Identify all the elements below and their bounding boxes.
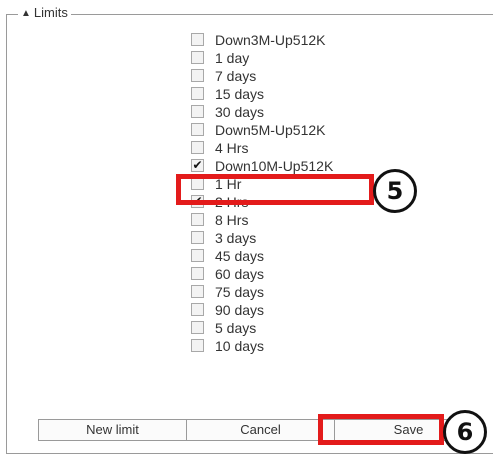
limit-checkbox[interactable] — [191, 69, 204, 82]
limit-checkbox[interactable] — [191, 123, 204, 136]
limit-checkbox[interactable] — [191, 87, 204, 100]
cancel-button[interactable]: Cancel — [187, 420, 335, 440]
limit-checkbox[interactable] — [191, 51, 204, 64]
step-badge-6: 6 — [443, 410, 487, 454]
highlight-box-down10m — [176, 174, 374, 205]
new-limit-button[interactable]: New limit — [39, 420, 187, 440]
limit-checkbox[interactable] — [191, 141, 204, 154]
limit-checkbox[interactable] — [191, 303, 204, 316]
limit-checkbox[interactable] — [191, 285, 204, 298]
limit-option-label: 5 days — [215, 320, 257, 336]
limit-checkbox[interactable] — [191, 105, 204, 118]
limit-option-label: 3 days — [215, 230, 257, 246]
highlight-box-save — [318, 414, 444, 445]
limit-checkbox[interactable]: ✔ — [191, 159, 204, 172]
checkmark-icon: ✔ — [192, 158, 203, 172]
limit-option-label: 7 days — [215, 68, 257, 84]
limit-option-label: Down10M-Up512K — [215, 158, 334, 174]
limit-checkbox[interactable] — [191, 231, 204, 244]
limit-checkbox[interactable] — [191, 321, 204, 334]
limit-option-label: 10 days — [215, 338, 265, 354]
limit-option-label: 4 Hrs — [215, 140, 249, 156]
limit-option-label: 8 Hrs — [215, 212, 249, 228]
limit-option-label: 45 days — [215, 248, 265, 264]
limit-checkbox[interactable] — [191, 267, 204, 280]
limit-option-label: 60 days — [215, 266, 265, 282]
triangle-up-icon: ▲ — [21, 8, 31, 19]
limits-section-toggle[interactable]: ▲ Limits — [18, 5, 71, 22]
limit-option-label: 75 days — [215, 284, 265, 300]
limit-checkbox[interactable] — [191, 33, 204, 46]
limit-option-label: Down5M-Up512K — [215, 122, 326, 138]
limit-checkbox[interactable] — [191, 213, 204, 226]
limit-option-label: 90 days — [215, 302, 265, 318]
limits-section-title: Limits — [33, 5, 68, 20]
limit-checkbox[interactable] — [191, 339, 204, 352]
step-badge-5: 5 — [373, 169, 417, 213]
limit-option-label: 30 days — [215, 104, 265, 120]
limit-checkbox[interactable] — [191, 249, 204, 262]
limit-option-label: Down3M-Up512K — [215, 32, 326, 48]
limit-option-label: 1 day — [215, 50, 250, 66]
limit-option-label: 15 days — [215, 86, 265, 102]
